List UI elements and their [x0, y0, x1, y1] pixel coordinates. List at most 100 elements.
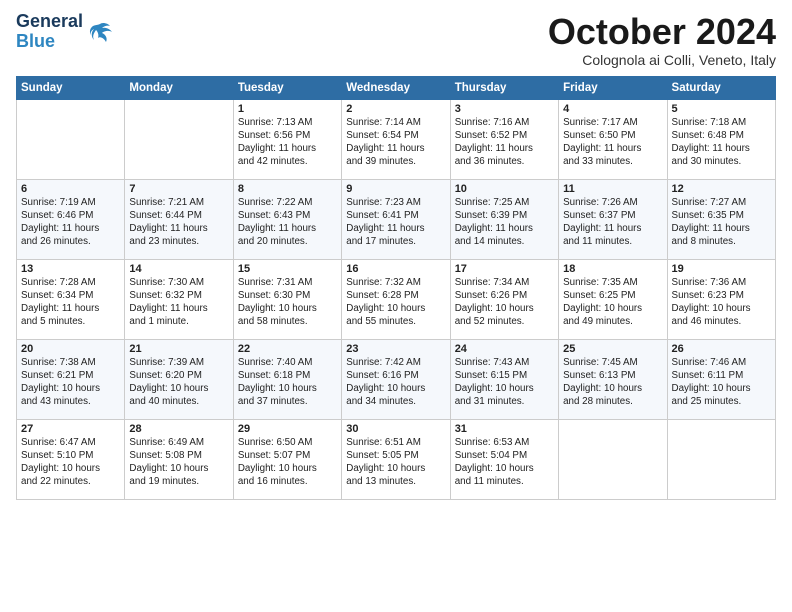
location: Colognola ai Colli, Veneto, Italy: [548, 52, 776, 68]
calendar-cell: 20Sunrise: 7:38 AM Sunset: 6:21 PM Dayli…: [17, 339, 125, 419]
logo: General Blue: [16, 12, 114, 52]
day-number: 22: [238, 343, 337, 355]
weekday-header-wednesday: Wednesday: [342, 76, 450, 99]
calendar-cell: 10Sunrise: 7:25 AM Sunset: 6:39 PM Dayli…: [450, 179, 558, 259]
day-number: 6: [21, 183, 120, 195]
day-info: Sunrise: 7:31 AM Sunset: 6:30 PM Dayligh…: [238, 276, 337, 329]
calendar-cell: 5Sunrise: 7:18 AM Sunset: 6:48 PM Daylig…: [667, 99, 775, 179]
day-info: Sunrise: 7:16 AM Sunset: 6:52 PM Dayligh…: [455, 116, 554, 169]
calendar-cell: 8Sunrise: 7:22 AM Sunset: 6:43 PM Daylig…: [233, 179, 341, 259]
day-number: 2: [346, 103, 445, 115]
weekday-header-saturday: Saturday: [667, 76, 775, 99]
weekday-header-tuesday: Tuesday: [233, 76, 341, 99]
day-info: Sunrise: 7:40 AM Sunset: 6:18 PM Dayligh…: [238, 356, 337, 409]
calendar-week-3: 13Sunrise: 7:28 AM Sunset: 6:34 PM Dayli…: [17, 259, 776, 339]
calendar-cell: 11Sunrise: 7:26 AM Sunset: 6:37 PM Dayli…: [559, 179, 667, 259]
calendar-week-5: 27Sunrise: 6:47 AM Sunset: 5:10 PM Dayli…: [17, 419, 776, 499]
day-number: 26: [672, 343, 771, 355]
calendar-cell: [17, 99, 125, 179]
day-info: Sunrise: 7:13 AM Sunset: 6:56 PM Dayligh…: [238, 116, 337, 169]
day-info: Sunrise: 7:46 AM Sunset: 6:11 PM Dayligh…: [672, 356, 771, 409]
day-number: 14: [129, 263, 228, 275]
day-number: 23: [346, 343, 445, 355]
calendar-cell: 22Sunrise: 7:40 AM Sunset: 6:18 PM Dayli…: [233, 339, 341, 419]
calendar-cell: 16Sunrise: 7:32 AM Sunset: 6:28 PM Dayli…: [342, 259, 450, 339]
day-info: Sunrise: 7:28 AM Sunset: 6:34 PM Dayligh…: [21, 276, 120, 329]
weekday-header-friday: Friday: [559, 76, 667, 99]
day-info: Sunrise: 7:18 AM Sunset: 6:48 PM Dayligh…: [672, 116, 771, 169]
day-number: 5: [672, 103, 771, 115]
calendar-table: SundayMondayTuesdayWednesdayThursdayFrid…: [16, 76, 776, 500]
calendar-cell: 18Sunrise: 7:35 AM Sunset: 6:25 PM Dayli…: [559, 259, 667, 339]
calendar-cell: 12Sunrise: 7:27 AM Sunset: 6:35 PM Dayli…: [667, 179, 775, 259]
logo-content: General Blue: [16, 12, 114, 52]
calendar-cell: 23Sunrise: 7:42 AM Sunset: 6:16 PM Dayli…: [342, 339, 450, 419]
day-info: Sunrise: 6:53 AM Sunset: 5:04 PM Dayligh…: [455, 436, 554, 489]
logo-blue: Blue: [16, 31, 55, 51]
day-number: 12: [672, 183, 771, 195]
calendar-cell: 26Sunrise: 7:46 AM Sunset: 6:11 PM Dayli…: [667, 339, 775, 419]
day-info: Sunrise: 6:50 AM Sunset: 5:07 PM Dayligh…: [238, 436, 337, 489]
calendar-cell: 4Sunrise: 7:17 AM Sunset: 6:50 PM Daylig…: [559, 99, 667, 179]
calendar-cell: [667, 419, 775, 499]
day-info: Sunrise: 7:14 AM Sunset: 6:54 PM Dayligh…: [346, 116, 445, 169]
day-info: Sunrise: 6:49 AM Sunset: 5:08 PM Dayligh…: [129, 436, 228, 489]
calendar-cell: 2Sunrise: 7:14 AM Sunset: 6:54 PM Daylig…: [342, 99, 450, 179]
day-info: Sunrise: 7:17 AM Sunset: 6:50 PM Dayligh…: [563, 116, 662, 169]
calendar-cell: [125, 99, 233, 179]
calendar-week-2: 6Sunrise: 7:19 AM Sunset: 6:46 PM Daylig…: [17, 179, 776, 259]
day-info: Sunrise: 7:36 AM Sunset: 6:23 PM Dayligh…: [672, 276, 771, 329]
day-info: Sunrise: 7:43 AM Sunset: 6:15 PM Dayligh…: [455, 356, 554, 409]
calendar-week-4: 20Sunrise: 7:38 AM Sunset: 6:21 PM Dayli…: [17, 339, 776, 419]
day-info: Sunrise: 7:30 AM Sunset: 6:32 PM Dayligh…: [129, 276, 228, 329]
day-number: 17: [455, 263, 554, 275]
day-info: Sunrise: 7:42 AM Sunset: 6:16 PM Dayligh…: [346, 356, 445, 409]
calendar-cell: 17Sunrise: 7:34 AM Sunset: 6:26 PM Dayli…: [450, 259, 558, 339]
calendar-cell: 6Sunrise: 7:19 AM Sunset: 6:46 PM Daylig…: [17, 179, 125, 259]
day-number: 4: [563, 103, 662, 115]
day-number: 15: [238, 263, 337, 275]
logo-bird-icon: [86, 18, 114, 46]
day-number: 27: [21, 423, 120, 435]
day-number: 20: [21, 343, 120, 355]
day-info: Sunrise: 7:19 AM Sunset: 6:46 PM Dayligh…: [21, 196, 120, 249]
day-number: 31: [455, 423, 554, 435]
calendar-cell: 27Sunrise: 6:47 AM Sunset: 5:10 PM Dayli…: [17, 419, 125, 499]
day-info: Sunrise: 7:27 AM Sunset: 6:35 PM Dayligh…: [672, 196, 771, 249]
month-title: October 2024: [548, 12, 776, 52]
header: General Blue October 2024 Colognola ai C…: [16, 12, 776, 68]
weekday-header-sunday: Sunday: [17, 76, 125, 99]
day-number: 8: [238, 183, 337, 195]
calendar-cell: 30Sunrise: 6:51 AM Sunset: 5:05 PM Dayli…: [342, 419, 450, 499]
day-number: 24: [455, 343, 554, 355]
calendar-cell: 29Sunrise: 6:50 AM Sunset: 5:07 PM Dayli…: [233, 419, 341, 499]
calendar-cell: 3Sunrise: 7:16 AM Sunset: 6:52 PM Daylig…: [450, 99, 558, 179]
calendar-cell: 24Sunrise: 7:43 AM Sunset: 6:15 PM Dayli…: [450, 339, 558, 419]
day-info: Sunrise: 7:23 AM Sunset: 6:41 PM Dayligh…: [346, 196, 445, 249]
calendar-week-1: 1Sunrise: 7:13 AM Sunset: 6:56 PM Daylig…: [17, 99, 776, 179]
day-number: 21: [129, 343, 228, 355]
day-number: 19: [672, 263, 771, 275]
day-info: Sunrise: 7:25 AM Sunset: 6:39 PM Dayligh…: [455, 196, 554, 249]
calendar-cell: 1Sunrise: 7:13 AM Sunset: 6:56 PM Daylig…: [233, 99, 341, 179]
calendar-cell: 28Sunrise: 6:49 AM Sunset: 5:08 PM Dayli…: [125, 419, 233, 499]
day-info: Sunrise: 7:32 AM Sunset: 6:28 PM Dayligh…: [346, 276, 445, 329]
day-number: 13: [21, 263, 120, 275]
calendar-cell: 13Sunrise: 7:28 AM Sunset: 6:34 PM Dayli…: [17, 259, 125, 339]
day-number: 10: [455, 183, 554, 195]
day-number: 30: [346, 423, 445, 435]
weekday-header-row: SundayMondayTuesdayWednesdayThursdayFrid…: [17, 76, 776, 99]
day-number: 25: [563, 343, 662, 355]
calendar-cell: 25Sunrise: 7:45 AM Sunset: 6:13 PM Dayli…: [559, 339, 667, 419]
weekday-header-thursday: Thursday: [450, 76, 558, 99]
day-info: Sunrise: 6:51 AM Sunset: 5:05 PM Dayligh…: [346, 436, 445, 489]
calendar-cell: 7Sunrise: 7:21 AM Sunset: 6:44 PM Daylig…: [125, 179, 233, 259]
day-number: 1: [238, 103, 337, 115]
day-number: 28: [129, 423, 228, 435]
day-info: Sunrise: 7:38 AM Sunset: 6:21 PM Dayligh…: [21, 356, 120, 409]
day-info: Sunrise: 7:34 AM Sunset: 6:26 PM Dayligh…: [455, 276, 554, 329]
day-info: Sunrise: 6:47 AM Sunset: 5:10 PM Dayligh…: [21, 436, 120, 489]
day-number: 9: [346, 183, 445, 195]
main-container: General Blue October 2024 Colognola ai C…: [0, 0, 792, 508]
day-number: 29: [238, 423, 337, 435]
